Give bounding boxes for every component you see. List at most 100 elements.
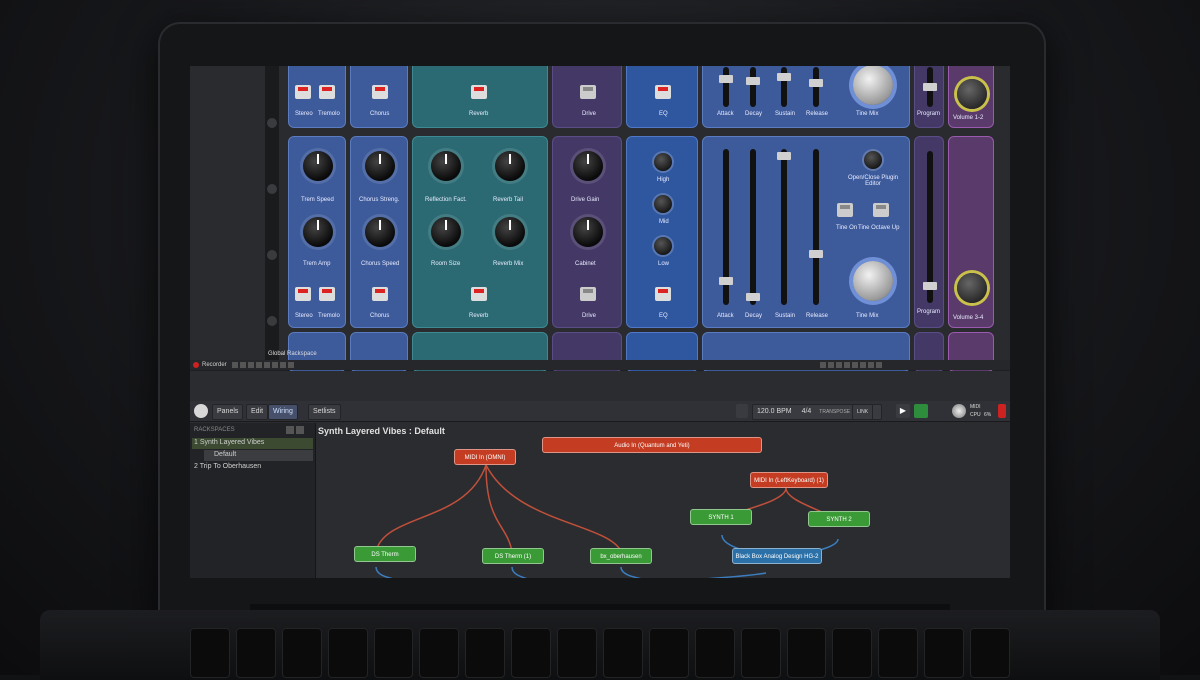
sustain-slider[interactable] — [777, 149, 791, 305]
chorus-button[interactable] — [372, 287, 388, 301]
alert-icon[interactable] — [998, 404, 1006, 418]
reverb-tail-knob[interactable] — [495, 151, 525, 181]
stereo-button-top[interactable] — [295, 85, 311, 99]
cabinet-knob[interactable] — [573, 217, 603, 247]
tine-on-button[interactable] — [837, 203, 853, 217]
node-synth-2[interactable]: SYNTH 2 — [808, 511, 870, 527]
rackspace-slot[interactable] — [240, 362, 246, 368]
chorus-label: Chorus — [370, 313, 390, 319]
eq-label: EQ — [659, 313, 668, 319]
rackspace-slot[interactable] — [876, 362, 882, 368]
sustain-slider-top[interactable] — [777, 67, 791, 107]
tools-icon[interactable] — [736, 404, 748, 418]
panic-button[interactable] — [914, 404, 928, 418]
reflection-fact-knob[interactable] — [431, 151, 461, 181]
rackspace-slot[interactable] — [256, 362, 262, 368]
eq-button[interactable] — [655, 287, 671, 301]
release-slider-top[interactable] — [809, 67, 823, 107]
wiring-pane: Panels Edit Wiring Setlists 120.0 BPM 4/… — [190, 371, 1010, 578]
wiring-button[interactable]: Wiring — [268, 404, 298, 420]
attack-slider-top[interactable] — [719, 67, 733, 107]
node-midi-in-omni[interactable]: MIDI In (OMNI) — [454, 449, 516, 465]
tine-mix-label-top: Tine Mix — [856, 111, 879, 117]
rackspace-slot[interactable] — [272, 362, 278, 368]
trem-amp-label: Trem Amp — [303, 261, 331, 267]
reverb-button-top[interactable] — [471, 85, 487, 99]
eq-mid-knob[interactable] — [654, 195, 672, 213]
drive-gain-label: Drive Gain — [571, 197, 600, 203]
drive-button-top[interactable] — [580, 85, 596, 99]
rackspace-slot[interactable] — [844, 362, 850, 368]
node-synth-1[interactable]: SYNTH 1 — [690, 509, 752, 525]
reverb-mix-knob[interactable] — [495, 217, 525, 247]
drive-button[interactable] — [580, 287, 596, 301]
plugin-editor-label: Open/Close Plugin Editor — [847, 175, 899, 187]
panels-button[interactable]: Panels — [212, 404, 244, 420]
edit-button[interactable]: Edit — [246, 404, 269, 420]
chorus-speed-knob[interactable] — [365, 217, 395, 247]
program-slider[interactable] — [923, 151, 937, 303]
rackspace-slot[interactable] — [820, 362, 826, 368]
trem-speed-knob[interactable] — [303, 151, 333, 181]
cpu-value: 6% — [984, 412, 992, 418]
eq-low-knob[interactable] — [654, 237, 672, 255]
node-ds-therm[interactable]: DS Therm — [354, 546, 416, 562]
attack-label: Attack — [717, 313, 734, 319]
rackspace-slot[interactable] — [248, 362, 254, 368]
bpm-value: 120.0 BPM — [757, 408, 792, 415]
rackspace-slot[interactable] — [828, 362, 834, 368]
drive-gain-knob[interactable] — [573, 151, 603, 181]
tine-octave-up-button[interactable] — [873, 203, 889, 217]
rackspace-item-1[interactable]: 1 Synth Layered Vibes — [194, 439, 264, 446]
rackspace-slot[interactable] — [852, 362, 858, 368]
link-button[interactable]: LINK — [852, 404, 874, 420]
tremolo-button-top[interactable] — [319, 85, 335, 99]
node-midi-in-left[interactable]: MIDI In (LeftKeyboard) (1) — [750, 472, 828, 488]
recorder-bar: Recorder — [190, 360, 1010, 370]
room-size-knob[interactable] — [431, 217, 461, 247]
decay-slider[interactable] — [746, 149, 760, 305]
node-black-box[interactable]: Black Box Analog Design HG-2 — [732, 548, 822, 564]
volume-3-4-knob[interactable] — [957, 273, 987, 303]
reverb-label: Reverb — [469, 313, 489, 319]
stereo-button[interactable] — [295, 287, 311, 301]
tine-mix-knob[interactable] — [853, 261, 893, 301]
release-slider[interactable] — [809, 149, 823, 305]
reverb-button[interactable] — [471, 287, 487, 301]
rackspace-slot[interactable] — [868, 362, 874, 368]
node-bx-oberhausen[interactable]: bx_oberhausen — [590, 548, 652, 564]
volume-1-2-knob[interactable] — [957, 79, 987, 109]
rackspace-slot[interactable] — [836, 362, 842, 368]
tine-mix-knob-top[interactable] — [853, 66, 893, 105]
rackspace-slot[interactable] — [232, 362, 238, 368]
record-icon[interactable] — [193, 362, 199, 368]
play-button[interactable]: ▶ — [896, 404, 910, 418]
chorus-button-top[interactable] — [372, 85, 388, 99]
decay-slider-top[interactable] — [746, 67, 760, 107]
recorder-label: Recorder — [202, 362, 227, 368]
volume-1-2-label: Volume 1-2 — [953, 115, 984, 121]
rackspace-slot[interactable] — [288, 362, 294, 368]
program-unit-top: Program — [914, 66, 944, 128]
tremolo-button[interactable] — [319, 287, 335, 301]
main-toolbar: Panels Edit Wiring Setlists 120.0 BPM 4/… — [190, 401, 1010, 422]
rackspace-slot[interactable] — [264, 362, 270, 368]
program-slider-top[interactable] — [923, 67, 937, 107]
master-volume-knob[interactable] — [952, 404, 966, 418]
eq-button-top[interactable] — [655, 85, 671, 99]
eq-high-knob[interactable] — [654, 153, 672, 171]
node-ds-therm-1[interactable]: DS Therm (1) — [482, 548, 544, 564]
chorus-strength-knob[interactable] — [365, 151, 395, 181]
setlists-button[interactable]: Setlists — [308, 404, 341, 420]
rackspace-slot[interactable] — [280, 362, 286, 368]
plugin-editor-button[interactable] — [864, 151, 882, 169]
add-rackspace-button[interactable] — [286, 426, 294, 434]
rackspace-slot[interactable] — [860, 362, 866, 368]
trem-speed-label: Trem Speed — [301, 197, 334, 203]
trem-amp-knob[interactable] — [303, 217, 333, 247]
program-label-top: Program — [917, 111, 941, 117]
node-audio-in[interactable]: Audio In (Quantum and Yeti) — [542, 437, 762, 453]
attack-slider[interactable] — [719, 149, 733, 305]
rackspace-item-2[interactable]: 2 Trip To Oberhausen — [194, 463, 261, 470]
remove-rackspace-button[interactable] — [296, 426, 304, 434]
